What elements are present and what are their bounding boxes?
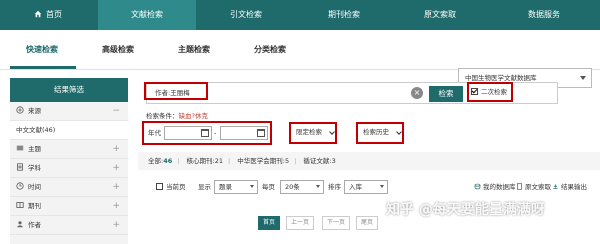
nav-citation-search[interactable]: 引文检索 (196, 0, 296, 30)
nav-home-label: 首页 (46, 10, 62, 19)
highlight-box-date (142, 121, 272, 145)
last-page-button[interactable]: 尾页 (356, 216, 378, 230)
nav-literature-search[interactable]: 文献检索 (98, 0, 196, 30)
tab-subject-search[interactable]: 主题检索 (178, 44, 210, 55)
sort-select[interactable]: 入库 (344, 180, 388, 194)
next-page-button[interactable]: 下一页 (322, 216, 350, 230)
search-conditions-value: 缺血?休克 (178, 112, 208, 120)
database-icon (474, 183, 481, 190)
tab-advanced-search[interactable]: 高级检索 (102, 44, 134, 55)
nav-journal-search-label: 期刊检索 (328, 10, 360, 19)
highlight-box-second-search (467, 82, 513, 102)
result-stats: 全部:46 | 核心期刊:21 | 中华医学会期刊:5 | 循证文献:3 (138, 152, 600, 170)
chevron-down-icon (380, 185, 384, 188)
first-page-button[interactable]: 首页 (258, 216, 280, 230)
nav-literature-search-label: 文献检索 (131, 10, 163, 19)
highlight-box-query (144, 82, 208, 100)
facet-topic[interactable]: 主题 + (10, 140, 128, 159)
plus-icon[interactable]: + (112, 216, 120, 235)
per-page-select-value: 20条 (285, 183, 300, 191)
facet-subject[interactable]: 学科 + (10, 159, 128, 178)
facet-source-label: 来源 (28, 107, 41, 115)
per-page-label: 每页 (262, 183, 275, 191)
sort-select-value: 入库 (349, 183, 362, 191)
facet-journal[interactable]: 期刊 + (10, 197, 128, 216)
stats-all-count[interactable]: 46 (163, 157, 172, 165)
clear-icon[interactable]: × (411, 87, 423, 99)
document-icon (517, 183, 522, 190)
highlight-box-limit (289, 122, 337, 144)
tab-quick-search[interactable]: 快速检索 (26, 44, 58, 55)
watermark: 知乎 @每天要能量满满呀 (386, 202, 545, 218)
facet-source[interactable]: 来源 − (10, 102, 128, 121)
facet-journal-label: 期刊 (28, 202, 41, 210)
source-icon (16, 106, 24, 114)
author-icon (17, 221, 23, 228)
nav-fulltext-request[interactable]: 原文索取 (392, 0, 488, 30)
topic-icon (16, 145, 24, 151)
chevron-down-icon (250, 185, 254, 188)
stats-core-label[interactable]: 核心期刊: (187, 157, 215, 165)
show-select[interactable]: 题录 (214, 180, 258, 194)
chevron-down-icon (316, 185, 320, 188)
facet-source-item-label: 中文文献(46) (16, 126, 56, 134)
plus-icon[interactable]: + (112, 178, 120, 197)
fulltext-request-label: 原文索取 (525, 183, 551, 191)
search-conditions: 检索条件：缺血?休克 (146, 110, 208, 120)
stats-all-label[interactable]: 全部: (148, 157, 163, 165)
search-conditions-label: 检索条件： (146, 112, 179, 120)
export-results-label: 结果输出 (561, 183, 587, 191)
result-filter-panel: 结果筛选 来源 − 中文文献(46) 主题 + 学科 + 时间 + 期刊 + 作… (10, 78, 128, 244)
search-button[interactable]: 检索 (429, 86, 463, 102)
show-label: 显示 (198, 183, 211, 191)
my-database-label: 我的数据库 (483, 183, 516, 191)
home-icon (34, 10, 42, 18)
nav-data-service[interactable]: 数据服务 (488, 0, 600, 30)
nav-home[interactable]: 首页 (0, 0, 96, 30)
stats-cma-count[interactable]: 5 (285, 157, 289, 165)
show-select-value: 题录 (219, 183, 232, 191)
export-results-link[interactable]: 结果输出 (552, 180, 587, 194)
sort-label: 排序 (328, 183, 341, 191)
highlight-box-history (356, 122, 404, 144)
stats-cite-count[interactable]: 3 (332, 157, 336, 165)
facet-time[interactable]: 时间 + (10, 178, 128, 197)
facet-topic-label: 主题 (28, 145, 41, 153)
stats-cite-label[interactable]: 循证文献: (303, 157, 331, 165)
plus-icon[interactable]: + (112, 159, 120, 178)
top-navigation: 首页 文献检索 引文检索 期刊检索 原文索取 数据服务 (0, 0, 600, 30)
subject-icon (17, 163, 23, 171)
result-toolbar: 当前页 显示 题录 每页 20条 排序 入库 我的数据库 原文索取 结果输出 (138, 178, 600, 196)
per-page-select[interactable]: 20条 (280, 180, 324, 194)
plus-icon[interactable]: + (112, 140, 120, 159)
minus-icon[interactable]: − (112, 102, 120, 121)
current-page-checkbox[interactable] (156, 183, 163, 190)
journal-icon (16, 202, 24, 208)
active-tab-indicator (10, 66, 76, 69)
tab-classification-search[interactable]: 分类检索 (254, 44, 286, 55)
stats-core-count[interactable]: 21 (215, 157, 223, 165)
current-page-label: 当前页 (166, 183, 186, 191)
export-icon (553, 184, 558, 189)
nav-data-service-label: 数据服务 (528, 10, 560, 19)
main-content: 作者:王丽梅 × 检索 二次检索 检索条件：缺血?休克 年代 - 限定检索 检索… (138, 78, 600, 244)
facet-author-label: 作者 (28, 221, 41, 229)
filter-panel-title: 结果筛选 (10, 78, 128, 102)
prev-page-button[interactable]: 上一页 (286, 216, 314, 230)
clock-icon (16, 182, 24, 190)
nav-citation-search-label: 引文检索 (230, 10, 262, 19)
my-database-link[interactable]: 我的数据库 (474, 180, 516, 194)
facet-author[interactable]: 作者 + (10, 216, 128, 235)
facet-source-item-chinese[interactable]: 中文文献(46) (10, 121, 128, 140)
facet-time-label: 时间 (28, 183, 41, 191)
nav-fulltext-request-label: 原文索取 (424, 10, 456, 19)
filter-row: 年代 - 限定检索 检索历史 (138, 120, 600, 146)
facet-subject-label: 学科 (28, 164, 41, 172)
fulltext-request-link[interactable]: 原文索取 (516, 180, 551, 194)
search-mode-tabs: 快速检索 高级检索 主题检索 分类检索 中国生物医学文献数据库 (0, 30, 600, 88)
nav-journal-search[interactable]: 期刊检索 (296, 0, 392, 30)
plus-icon[interactable]: + (112, 197, 120, 216)
stats-cma-label[interactable]: 中华医学会期刊: (237, 157, 285, 165)
